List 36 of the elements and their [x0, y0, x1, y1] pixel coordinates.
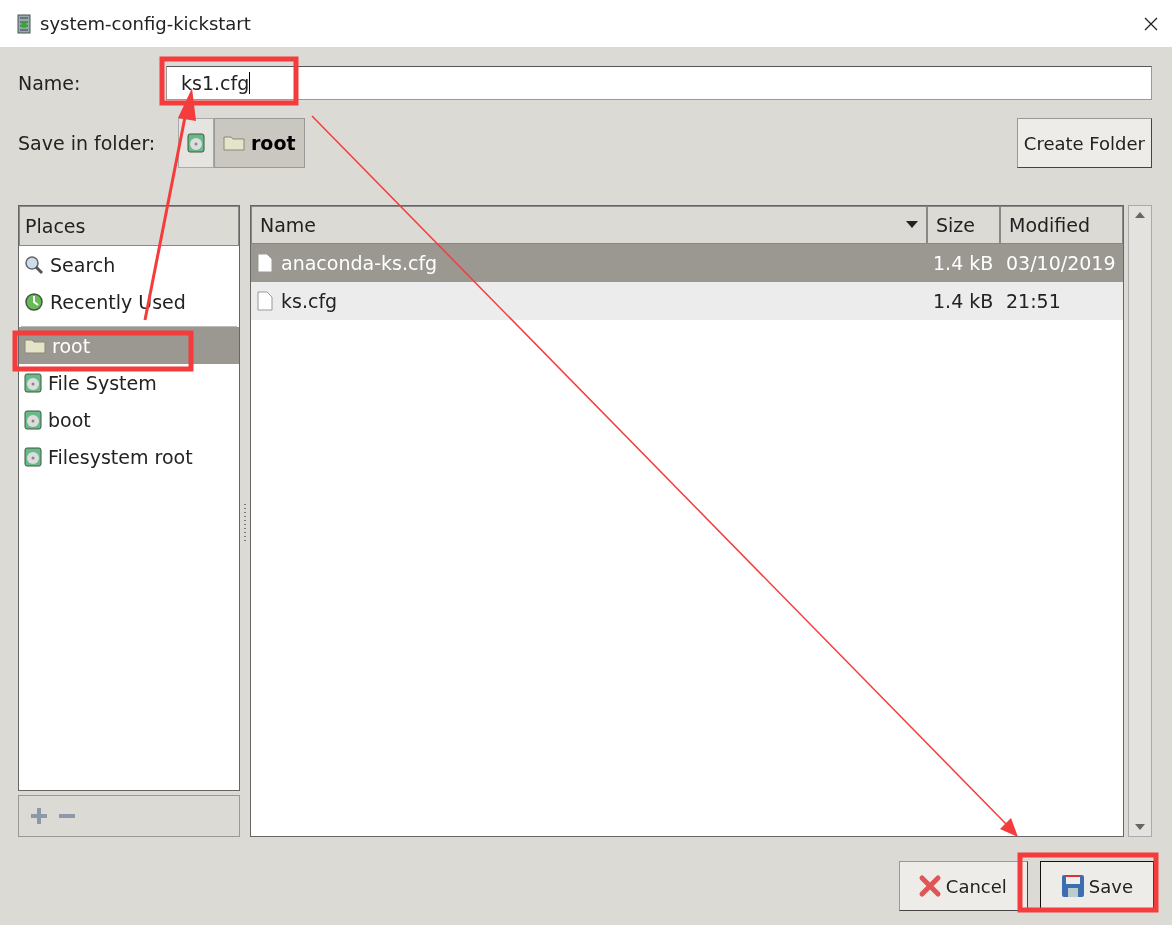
file-row[interactable]: ks.cfg 1.4 kB 21:51	[251, 282, 1123, 320]
column-header[interactable]: Modified	[1000, 206, 1123, 244]
place-item[interactable]: boot	[19, 401, 239, 438]
window-title: system-config-kickstart	[40, 13, 252, 34]
cancel-button[interactable]: Cancel	[898, 861, 1028, 911]
cross-icon	[917, 874, 942, 898]
folder-icon	[24, 337, 46, 354]
file-icon	[257, 291, 273, 311]
save-button[interactable]: Save	[1039, 861, 1154, 911]
drive-icon	[187, 133, 205, 153]
search-icon	[24, 254, 44, 275]
places-header[interactable]: Places	[19, 206, 239, 246]
folder-icon	[223, 135, 245, 151]
name-label: Name:	[18, 72, 82, 94]
column-header[interactable]: Size	[927, 206, 1000, 244]
drive-icon	[24, 409, 42, 430]
scroll-up-icon[interactable]	[1135, 212, 1145, 218]
app-icon	[16, 13, 32, 34]
scroll-down-icon[interactable]	[1135, 824, 1145, 830]
drive-icon	[24, 446, 42, 467]
save-in-folder-label: Save in folder:	[18, 132, 157, 154]
create-folder-button[interactable]: Create Folder	[1016, 118, 1152, 168]
drive-icon	[24, 372, 42, 393]
clock-icon	[24, 291, 44, 312]
drive-path-button[interactable]	[178, 118, 214, 168]
place-item[interactable]: Search	[19, 246, 239, 283]
place-item[interactable]: Filesystem root	[19, 438, 239, 475]
place-item[interactable]: File System	[19, 364, 239, 401]
scrollbar[interactable]	[1128, 205, 1152, 837]
folder-path-button[interactable]: root	[214, 118, 305, 168]
add-icon[interactable]	[29, 806, 49, 826]
name-field[interactable]: ks1.cfg	[166, 66, 1152, 100]
close-icon[interactable]	[1144, 16, 1158, 31]
file-icon	[257, 253, 273, 273]
sort-arrow-icon	[906, 221, 918, 229]
column-header[interactable]: Name	[251, 206, 927, 244]
